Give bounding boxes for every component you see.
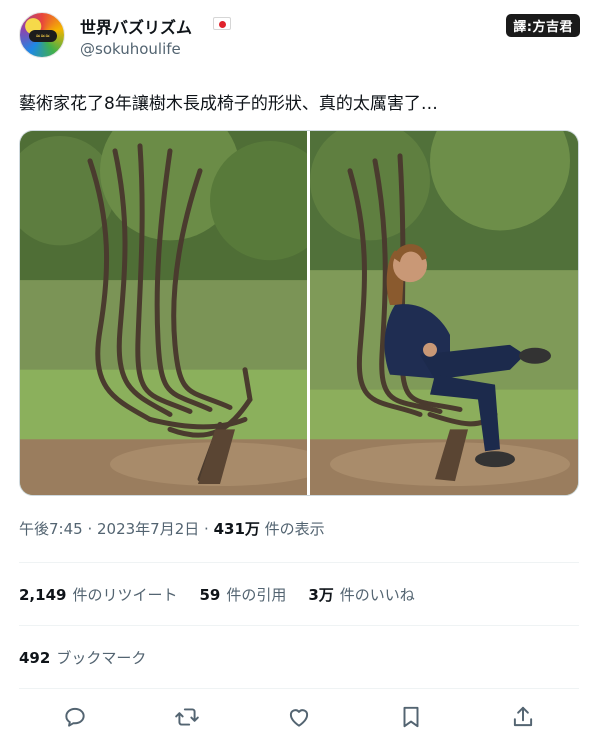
- translator-badge: 譯:方吉君: [506, 14, 580, 37]
- divider: [19, 688, 579, 689]
- quotes-stat[interactable]: 59 件の引用: [199, 584, 286, 605]
- like-button[interactable]: [286, 704, 312, 730]
- likes-count: 3万: [308, 586, 334, 604]
- tweet-actions: [0, 700, 598, 734]
- retweets-label: 件のリツイート: [72, 586, 178, 604]
- reply-button[interactable]: [62, 704, 88, 730]
- bookmark-icon: [403, 706, 419, 728]
- bookmarks-count: 492: [19, 649, 51, 667]
- tweet-text: 藝術家花了8年讓樹木長成椅子的形狀、真的太厲害了…: [19, 94, 438, 114]
- share-icon: [513, 706, 533, 727]
- bookmarks-label: ブックマーク: [56, 649, 147, 667]
- bookmarks-stat[interactable]: 492 ブックマーク: [19, 647, 146, 668]
- views-count: 431万: [213, 520, 260, 538]
- avatar-logo-icon: ≈≈≈: [29, 30, 57, 42]
- tree-chair-image: [20, 131, 307, 495]
- retweets-count: 2,149: [19, 586, 67, 604]
- tweet-media[interactable]: [19, 130, 579, 496]
- like-icon: [289, 709, 309, 727]
- quotes-count: 59: [199, 586, 221, 604]
- man-seated-image: [310, 131, 578, 495]
- likes-stat[interactable]: 3万 件のいいね: [308, 584, 414, 605]
- meta-separator: ·: [82, 520, 97, 538]
- retweet-button[interactable]: [174, 704, 200, 730]
- tweet-date[interactable]: 2023年7月2日: [97, 520, 199, 538]
- views-label: 件の表示: [259, 520, 325, 538]
- bookmark-button[interactable]: [398, 704, 424, 730]
- retweets-stat[interactable]: 2,149 件のリツイート: [19, 584, 177, 605]
- reply-icon: [65, 707, 85, 727]
- likes-label: 件のいいね: [339, 586, 415, 604]
- avatar[interactable]: ≈≈≈: [19, 12, 65, 58]
- share-button[interactable]: [510, 704, 536, 730]
- photo-man-on-chair[interactable]: [310, 131, 578, 495]
- tweet-meta: 午後7:45 · 2023年7月2日 · 431万 件の表示: [19, 518, 325, 539]
- tweet-time[interactable]: 午後7:45: [19, 520, 83, 538]
- quotes-label: 件の引用: [226, 586, 287, 604]
- divider: [19, 562, 579, 563]
- japan-flag-icon: [213, 17, 231, 30]
- retweet-icon: [175, 708, 199, 726]
- author-display-name[interactable]: 世界バズリズム: [80, 14, 192, 38]
- photo-tree-chair[interactable]: [20, 131, 307, 495]
- author-handle[interactable]: @sokuhoulife: [80, 40, 181, 58]
- engagement-stats: 2,149 件のリツイート 59 件の引用 3万 件のいいね: [19, 584, 415, 605]
- divider: [19, 625, 579, 626]
- meta-separator: ·: [199, 520, 214, 538]
